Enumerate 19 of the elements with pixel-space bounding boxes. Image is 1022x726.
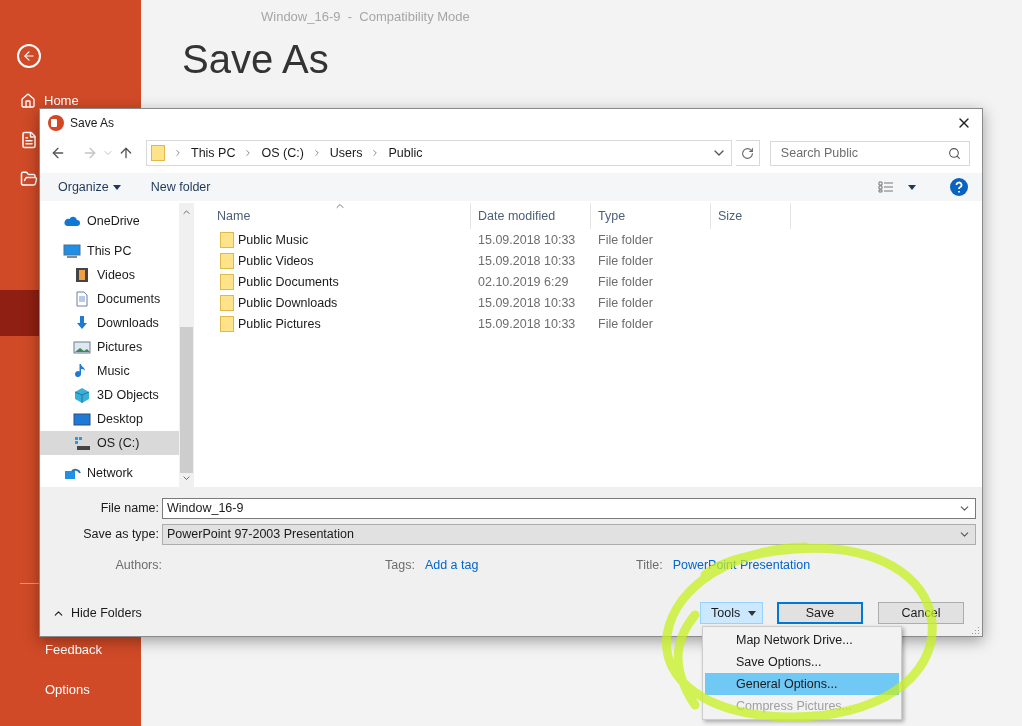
table-cell-text: File folder (597, 274, 654, 289)
field-label: Authors: (114, 558, 162, 572)
table-cell-text: File folder (597, 232, 654, 247)
page-heading: Save As (182, 37, 330, 82)
table-cell-text: 15.09.2018 10:33 (477, 316, 577, 331)
table-cell-text: 02.10.2019 6:29 (477, 274, 570, 289)
field-label: Title: (636, 558, 663, 572)
field-label: Save as type: (82, 527, 160, 541)
menu-item: Compress Pictures... (735, 698, 853, 715)
table-cell-text: 15.09.2018 10:33 (477, 295, 577, 310)
dialog-title: Save As (70, 116, 116, 130)
table-cell-text: File folder (597, 253, 654, 268)
table-cell-text: 15.09.2018 10:33 (477, 232, 577, 247)
document-title: Window_16-9 - Compatibility Mode (261, 9, 471, 24)
table-cell-text: File folder (597, 295, 654, 310)
table-cell-text: 15.09.2018 10:33 (477, 253, 577, 268)
field-label: File name: (99, 501, 160, 515)
field-label: Tags: (385, 558, 415, 572)
table-cell-text: File folder (597, 316, 654, 331)
